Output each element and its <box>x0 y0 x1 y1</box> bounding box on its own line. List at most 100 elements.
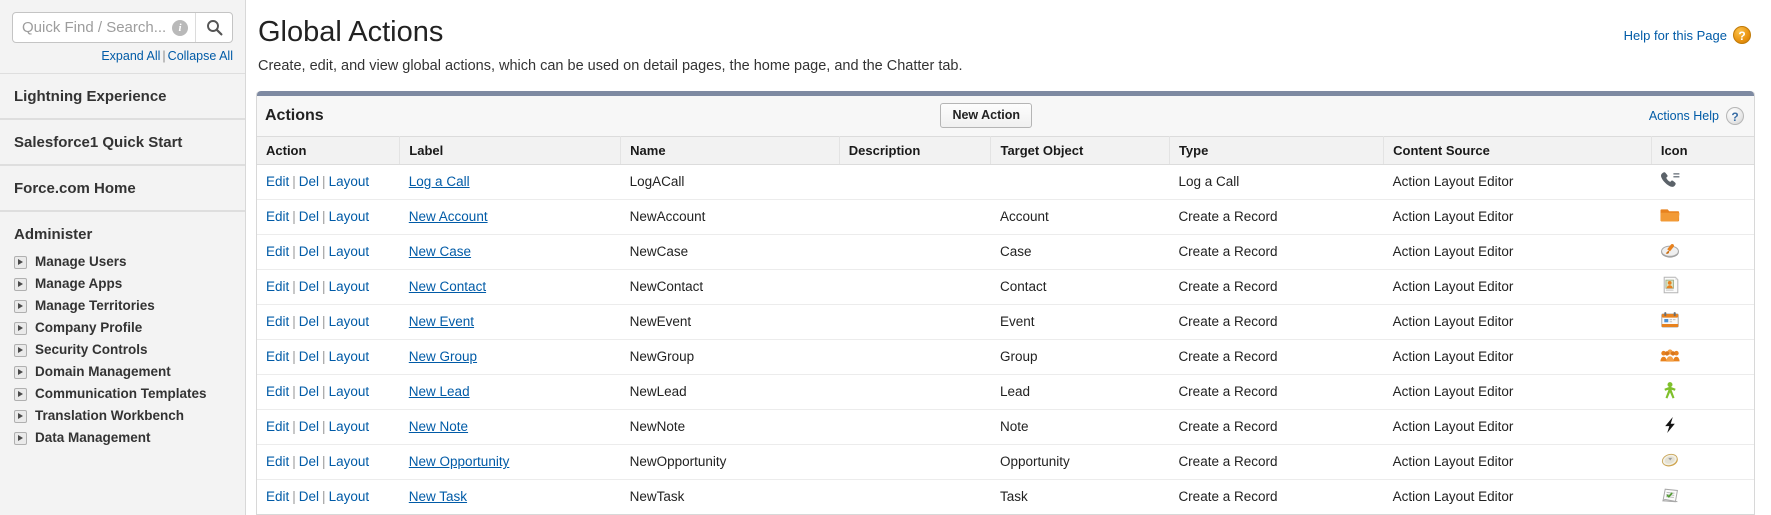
layout-link[interactable]: Layout <box>329 489 370 504</box>
column-header-label[interactable]: Label <box>399 136 622 165</box>
info-icon[interactable]: i <box>172 19 188 36</box>
row-name-cell: NewAccount <box>620 199 840 235</box>
action-label-link[interactable]: New Task <box>409 489 467 504</box>
table-body: Edit | Del | Layout Log a Call LogACall Log a C… <box>257 164 1754 515</box>
search-input[interactable] <box>13 19 172 36</box>
delete-link[interactable]: Del <box>299 244 319 259</box>
column-header-content-source[interactable]: Content Source <box>1383 136 1652 165</box>
help-question-icon[interactable]: ? <box>1733 26 1751 44</box>
row-label-cell: New Task <box>400 480 621 515</box>
action-label-link[interactable]: New Event <box>409 314 474 329</box>
actions-table: Action Label Name Description Target Obj… <box>257 136 1754 514</box>
edit-link[interactable]: Edit <box>266 314 289 329</box>
row-label-cell: New Note <box>399 409 621 445</box>
expand-all-link[interactable]: Expand All <box>101 49 160 63</box>
row-label-cell: New Group <box>399 339 621 375</box>
sidebar-section-lightning-experience[interactable]: Lightning Experience <box>0 73 245 119</box>
edit-link[interactable]: Edit <box>266 384 289 399</box>
sidebar-section-salesforce1-quick-start[interactable]: Salesforce1 Quick Start <box>0 119 245 165</box>
chevron-right-icon[interactable] <box>14 431 27 445</box>
layout-link[interactable]: Layout <box>329 314 370 329</box>
sidebar-item-communication-templates[interactable]: Communication Templates <box>0 383 245 405</box>
sidebar-section-force-com-home[interactable]: Force.com Home <box>0 165 245 211</box>
delete-link[interactable]: Del <box>299 209 319 224</box>
table-row: Edit | Del | Layout New Note NewNote Note Create… <box>257 409 1754 445</box>
column-header-action[interactable]: Action <box>257 136 401 165</box>
chevron-right-icon[interactable] <box>14 299 27 313</box>
layout-link[interactable]: Layout <box>329 384 370 399</box>
edit-link[interactable]: Edit <box>266 279 289 294</box>
chevron-right-icon[interactable] <box>14 321 27 335</box>
delete-link[interactable]: Del <box>299 454 319 469</box>
row-target-object-cell: Task <box>999 489 1028 504</box>
delete-link[interactable]: Del <box>299 314 319 329</box>
row-description-cell <box>839 269 991 305</box>
action-label-link[interactable]: New Contact <box>409 279 486 294</box>
quick-find-box[interactable]: i <box>12 12 233 43</box>
edit-link[interactable]: Edit <box>266 244 289 259</box>
column-header-target-object[interactable]: Target Object <box>990 136 1170 165</box>
delete-link[interactable]: Del <box>299 349 319 364</box>
row-icon-cell <box>1651 480 1754 515</box>
edit-link[interactable]: Edit <box>266 349 289 364</box>
row-name-cell: NewOpportunity <box>620 444 840 480</box>
sidebar-item-translation-workbench[interactable]: Translation Workbench <box>0 405 245 427</box>
link-separator: | <box>322 454 326 469</box>
row-type-cell: Log a Call <box>1169 164 1384 200</box>
row-label-cell: New Contact <box>399 269 621 305</box>
edit-link[interactable]: Edit <box>266 174 289 189</box>
action-label-link[interactable]: New Opportunity <box>409 454 510 469</box>
row-icon-cell <box>1651 269 1754 305</box>
edit-link[interactable]: Edit <box>266 489 289 504</box>
sidebar-item-data-management[interactable]: Data Management <box>0 427 245 449</box>
layout-link[interactable]: Layout <box>329 209 370 224</box>
chevron-right-icon[interactable] <box>14 365 27 379</box>
delete-link[interactable]: Del <box>299 279 319 294</box>
layout-link[interactable]: Layout <box>329 244 370 259</box>
help-question-icon[interactable]: ? <box>1726 106 1744 125</box>
sidebar-item-company-profile[interactable]: Company Profile <box>0 317 245 339</box>
sidebar-item-manage-users[interactable]: Manage Users <box>0 251 245 273</box>
search-icon[interactable] <box>196 13 232 42</box>
sidebar-item-domain-management[interactable]: Domain Management <box>0 361 245 383</box>
sidebar-section-administer[interactable]: Administer <box>0 211 245 249</box>
edit-link[interactable]: Edit <box>266 419 289 434</box>
layout-link[interactable]: Layout <box>329 454 370 469</box>
edit-link[interactable]: Edit <box>266 454 289 469</box>
layout-link[interactable]: Layout <box>329 349 370 364</box>
help-for-this-page-link[interactable]: Help for this Page ? <box>1624 14 1755 44</box>
layout-link[interactable]: Layout <box>329 279 370 294</box>
action-label-link[interactable]: New Account <box>409 209 488 224</box>
action-label-link[interactable]: New Case <box>409 244 471 259</box>
sidebar-item-security-controls[interactable]: Security Controls <box>0 339 245 361</box>
action-label-link[interactable]: New Note <box>409 419 468 434</box>
delete-link[interactable]: Del <box>299 174 319 189</box>
chevron-right-icon[interactable] <box>14 409 27 423</box>
chevron-right-icon[interactable] <box>14 387 27 401</box>
column-header-description[interactable]: Description <box>839 136 992 165</box>
sidebar-item-manage-territories[interactable]: Manage Territories <box>0 295 245 317</box>
new-action-button[interactable]: New Action <box>940 103 1033 128</box>
column-header-name[interactable]: Name <box>620 136 840 165</box>
chevron-right-icon[interactable] <box>14 255 27 269</box>
collapse-all-link[interactable]: Collapse All <box>168 49 233 63</box>
column-header-icon[interactable]: Icon <box>1651 136 1754 165</box>
action-label-link[interactable]: New Group <box>409 349 477 364</box>
layout-link[interactable]: Layout <box>329 174 370 189</box>
link-separator: | <box>292 384 296 399</box>
chevron-right-icon[interactable] <box>14 277 27 291</box>
chevron-right-icon[interactable] <box>14 343 27 357</box>
delete-link[interactable]: Del <box>299 489 319 504</box>
link-separator: | <box>322 384 326 399</box>
action-label-link[interactable]: Log a Call <box>409 174 470 189</box>
layout-link[interactable]: Layout <box>329 419 370 434</box>
delete-link[interactable]: Del <box>299 384 319 399</box>
delete-link[interactable]: Del <box>299 419 319 434</box>
sidebar-item-manage-apps[interactable]: Manage Apps <box>0 273 245 295</box>
action-label-link[interactable]: New Lead <box>409 384 470 399</box>
link-separator: | <box>322 314 326 329</box>
actions-help-link[interactable]: Actions Help ? <box>1649 106 1744 125</box>
edit-link[interactable]: Edit <box>266 209 289 224</box>
column-header-type[interactable]: Type <box>1169 136 1385 165</box>
row-content-source-cell: Action Layout Editor <box>1383 409 1652 445</box>
